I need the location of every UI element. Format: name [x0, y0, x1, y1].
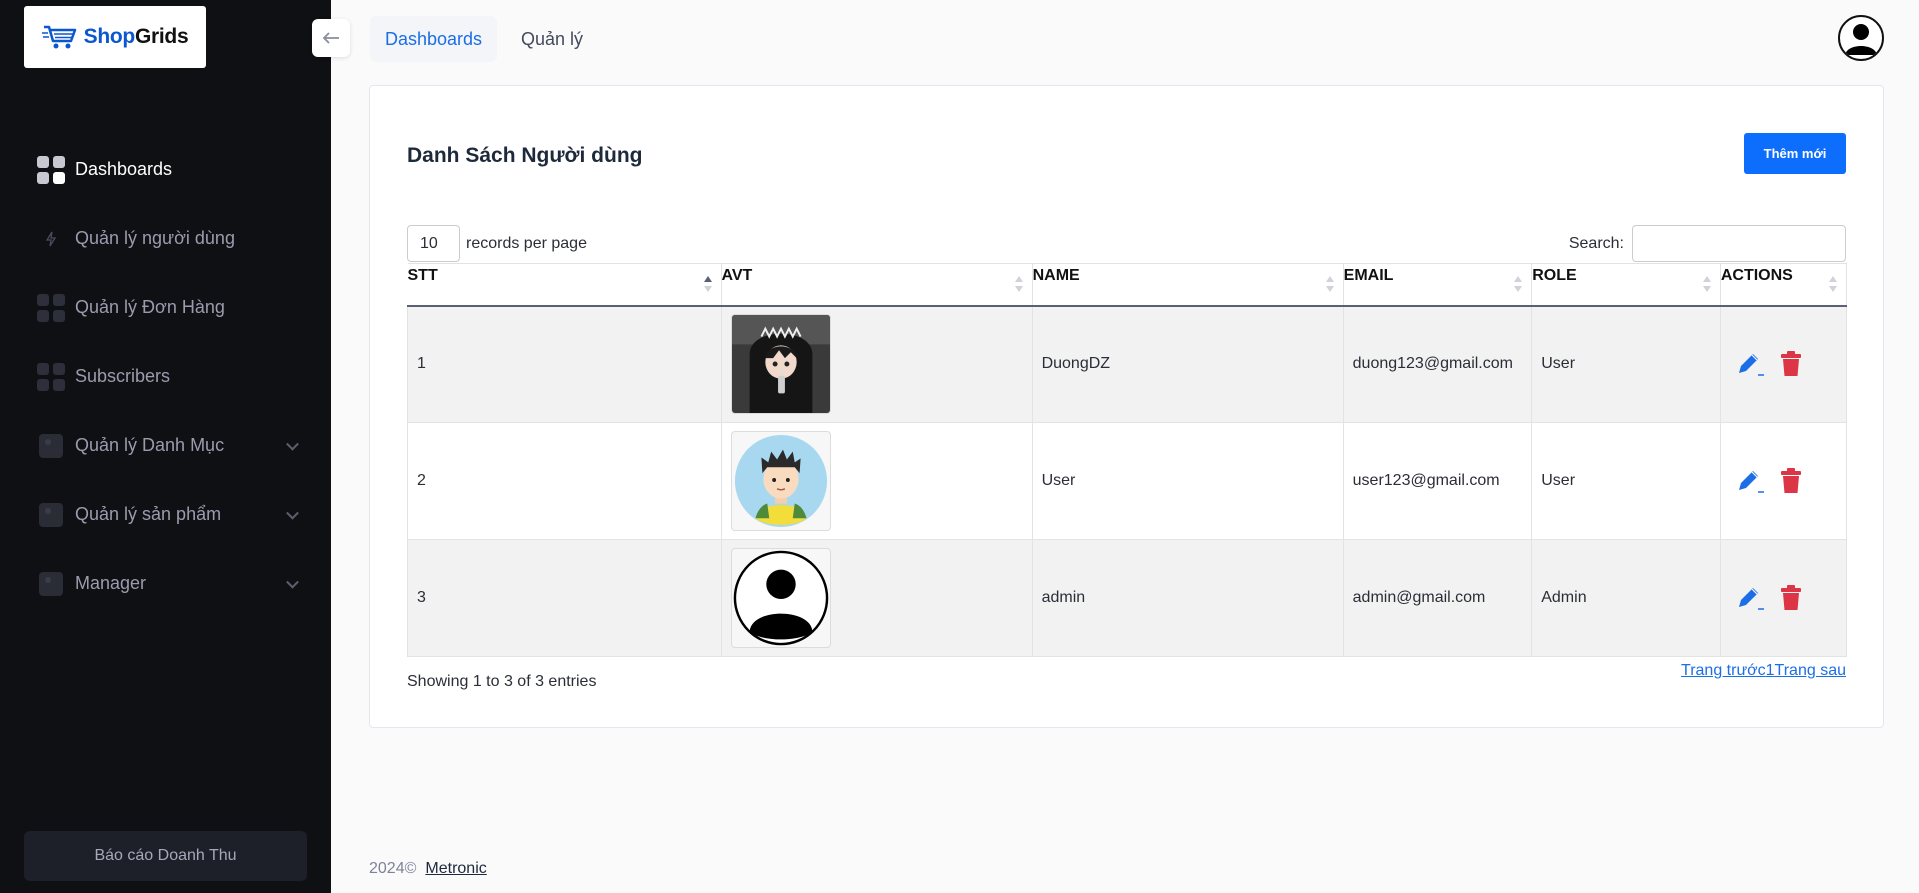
- cell-actions: [1719, 539, 1848, 657]
- column-header-email[interactable]: EMAIL: [1342, 263, 1532, 307]
- user-list-card: Danh Sách Người dùng Thêm mới 10 records…: [369, 85, 1884, 728]
- user-square-icon: [37, 570, 65, 598]
- lightning-icon: [37, 225, 65, 253]
- user-square-icon: [37, 501, 65, 529]
- sidebar-item-label: Quản lý sản phẩm: [75, 504, 222, 524]
- user-avatar[interactable]: [1838, 15, 1884, 61]
- sidebar-item-label: Quản lý người dùng: [75, 228, 235, 248]
- cell-stt: 1: [407, 305, 722, 423]
- arrow-left-icon: [322, 32, 339, 44]
- sidebar-item-products[interactable]: Quản lý sản phẩm: [0, 480, 331, 549]
- default-user-avatar: [730, 548, 831, 648]
- sidebar-item-label: Quản lý Danh Mục: [75, 435, 225, 455]
- grid-icon: [37, 362, 65, 391]
- column-header-stt[interactable]: STT: [407, 263, 722, 307]
- revenue-report-button[interactable]: Báo cáo Doanh Thu: [24, 831, 307, 881]
- pagination: Trang trước 1 Trang sau: [1681, 662, 1846, 680]
- prev-page-link[interactable]: Trang trước: [1681, 662, 1766, 680]
- cell-stt: 2: [407, 422, 722, 540]
- cell-avt: [720, 305, 1033, 423]
- records-per-page-select[interactable]: 10: [407, 225, 460, 262]
- users-table: STT AVT NAME EMAIL ROLE ACTIONS 1 DuongD…: [407, 263, 1848, 657]
- grid-icon: [37, 155, 65, 184]
- sort-icon: [1702, 276, 1711, 294]
- edit-icon[interactable]: [1736, 351, 1766, 377]
- edit-icon[interactable]: [1736, 585, 1766, 611]
- user-icon: [1845, 24, 1877, 55]
- user-square-icon: [37, 432, 65, 460]
- sort-icon: [1514, 276, 1523, 294]
- cell-avt: [720, 539, 1033, 657]
- cell-role: User: [1531, 305, 1721, 423]
- page-link-1[interactable]: 1: [1766, 662, 1775, 680]
- sidebar-item-categories[interactable]: Quản lý Danh Mục: [0, 411, 331, 480]
- cell-email: duong123@gmail.com: [1342, 305, 1532, 423]
- sidebar-item-subscribers[interactable]: Subscribers: [0, 342, 331, 411]
- cell-avt: [720, 422, 1033, 540]
- records-per-page: 10 records per page: [407, 225, 587, 262]
- sort-icon: [1829, 276, 1837, 294]
- edit-icon[interactable]: [1736, 468, 1766, 494]
- column-header-name[interactable]: NAME: [1031, 263, 1344, 307]
- sidebar-item-label: Quản lý Đơn Hàng: [75, 297, 225, 317]
- anime-hoodie-avatar: [730, 314, 831, 415]
- sidebar-item-dashboards[interactable]: Dashboards: [0, 135, 331, 204]
- brand-logo[interactable]: ShopGrids: [24, 6, 206, 68]
- table-header-row: STT AVT NAME EMAIL ROLE ACTIONS: [407, 263, 1848, 307]
- cell-name: DuongDZ: [1031, 305, 1344, 423]
- sidebar-item-users[interactable]: Quản lý người dùng: [0, 204, 331, 273]
- tab-dashboards[interactable]: Dashboards: [370, 16, 498, 62]
- cell-actions: [1719, 305, 1848, 423]
- footer-link[interactable]: Metronic: [425, 860, 486, 878]
- cell-name: admin: [1031, 539, 1344, 657]
- cell-role: Admin: [1531, 539, 1721, 657]
- tab-manage[interactable]: Quản lý: [506, 16, 598, 62]
- sidebar-collapse-button[interactable]: [312, 19, 350, 57]
- cell-name: User: [1031, 422, 1344, 540]
- chevron-down-icon[interactable]: [286, 575, 299, 589]
- cell-role: User: [1531, 422, 1721, 540]
- column-header-actions[interactable]: ACTIONS: [1719, 263, 1848, 307]
- sidebar-item-label: Subscribers: [75, 366, 171, 386]
- cell-email: admin@gmail.com: [1342, 539, 1532, 657]
- sidebar-nav: Dashboards Quản lý người dùng Quản lý Đơ…: [0, 135, 331, 618]
- table-row: 2 User user123@gmail.com User: [407, 422, 1848, 540]
- footer: 2024© Metronic: [369, 860, 487, 878]
- records-per-page-label: records per page: [466, 234, 587, 252]
- search-label: Search:: [1568, 234, 1624, 252]
- sort-icon: [1014, 276, 1023, 294]
- table-row: 3 admin admin@gmail.com Admin: [407, 539, 1848, 657]
- search-input[interactable]: [1632, 225, 1846, 262]
- add-new-button[interactable]: Thêm mới: [1744, 133, 1846, 174]
- chevron-down-icon[interactable]: [286, 506, 299, 520]
- cell-actions: [1719, 422, 1848, 540]
- table-row: 1 DuongDZ duong123@gmail.com User: [407, 305, 1848, 423]
- sidebar-item-orders[interactable]: Quản lý Đơn Hàng: [0, 273, 331, 342]
- column-header-role[interactable]: ROLE: [1531, 263, 1721, 307]
- page-title: Danh Sách Người dùng: [407, 144, 643, 167]
- cell-stt: 3: [407, 539, 722, 657]
- search-box: Search:: [1569, 225, 1846, 262]
- sort-icon: [703, 276, 712, 294]
- brand-name: ShopGrids: [83, 25, 189, 48]
- cart-icon: [41, 25, 76, 49]
- chevron-down-icon[interactable]: [286, 437, 299, 451]
- grid-icon: [37, 293, 65, 322]
- trash-icon[interactable]: [1780, 468, 1802, 494]
- sidebar-item-manager[interactable]: Manager: [0, 549, 331, 618]
- cell-email: user123@gmail.com: [1342, 422, 1532, 540]
- sort-icon: [1325, 276, 1334, 294]
- sidebar: ShopGrids Dashboards Quản lý người dùng …: [0, 0, 331, 893]
- next-page-link[interactable]: Trang sau: [1775, 662, 1846, 680]
- cartoon-boy-avatar: [730, 431, 831, 531]
- trash-icon[interactable]: [1780, 351, 1802, 377]
- table-info: Showing 1 to 3 of 3 entries: [407, 673, 597, 690]
- footer-year: 2024©: [369, 860, 417, 877]
- trash-icon[interactable]: [1780, 585, 1802, 611]
- column-header-avt[interactable]: AVT: [720, 263, 1033, 307]
- sidebar-item-label: Manager: [75, 573, 147, 593]
- sidebar-item-label: Dashboards: [75, 159, 173, 179]
